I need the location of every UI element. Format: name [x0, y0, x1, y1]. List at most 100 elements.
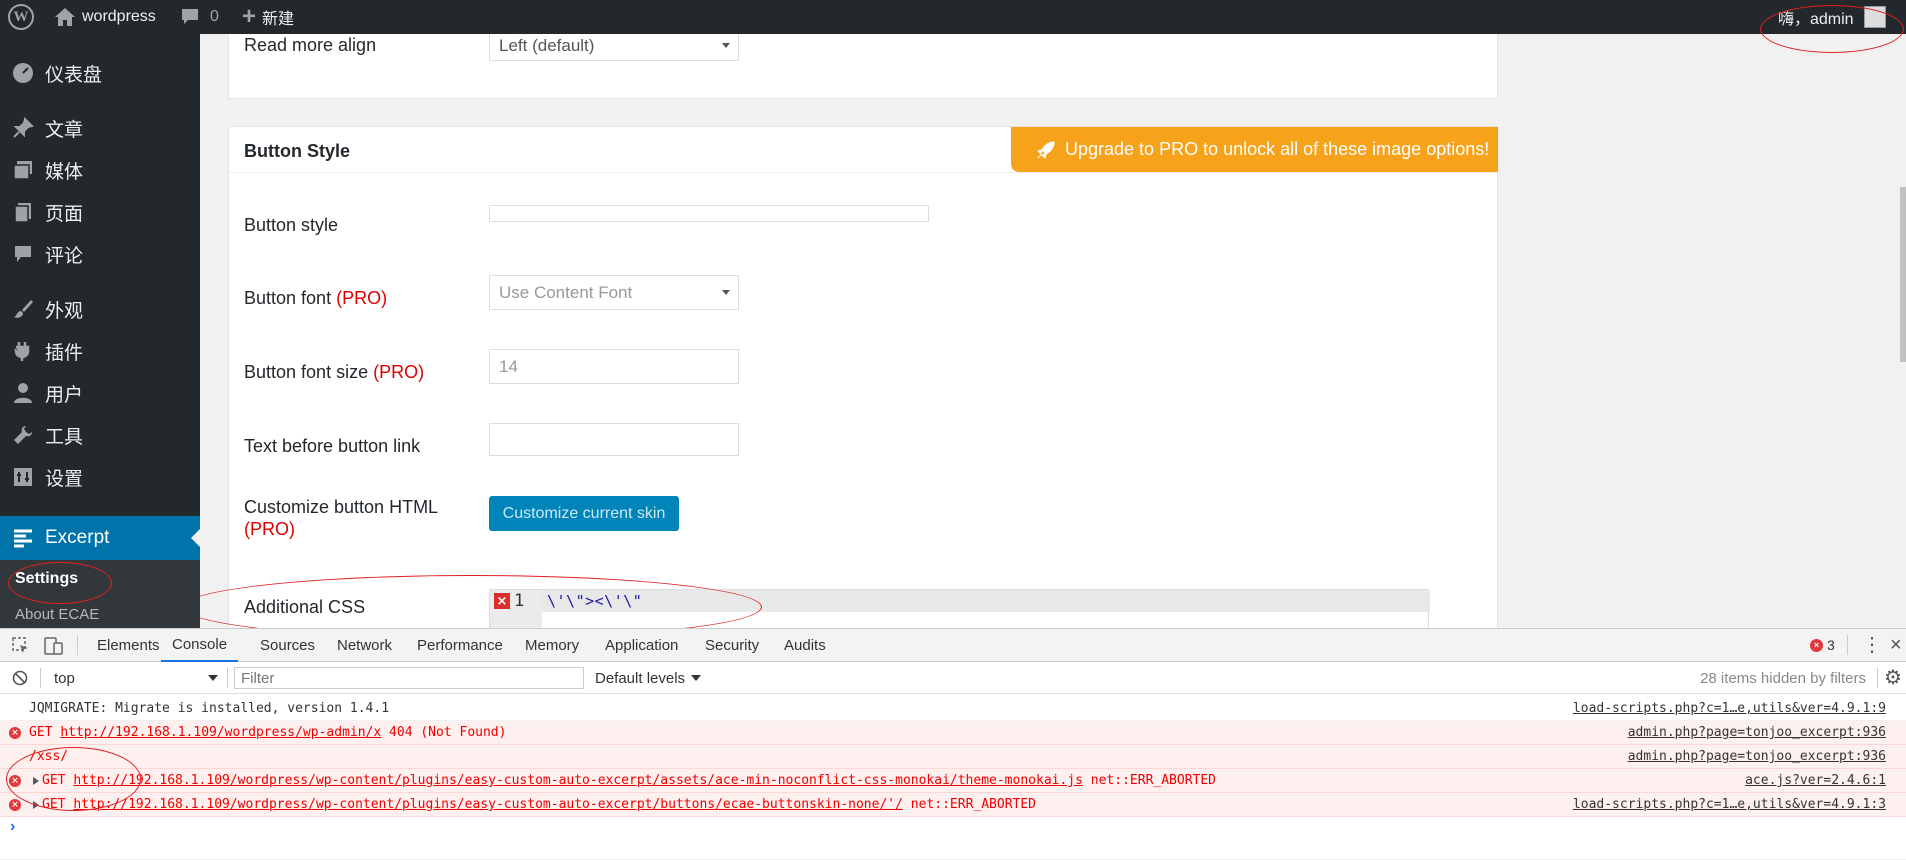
page-scrollbar[interactable] — [1900, 187, 1906, 362]
gear-icon[interactable]: ⚙ — [1884, 665, 1902, 690]
log-source-link[interactable]: admin.php?page=tonjoo_excerpt:936 — [1628, 749, 1886, 764]
menu-label: Excerpt — [45, 527, 110, 548]
hidden-items-note: 28 items hidden by filters — [1700, 670, 1866, 687]
select-value: Left (default) — [499, 36, 595, 55]
menu-item-pages[interactable]: 页面 — [0, 192, 200, 232]
close-icon[interactable]: × — [1890, 633, 1902, 657]
brush-icon — [11, 297, 35, 321]
select-value: Use Content Font — [499, 282, 633, 302]
console-message: JQMIGRATE: Migrate is installed, version… — [0, 697, 1906, 721]
new-content-link[interactable]: + 新建 — [242, 0, 294, 34]
devtools-tabbar: Elements Console Sources Network Perform… — [0, 629, 1906, 662]
method: GET — [29, 725, 53, 740]
device-toolbar-icon[interactable] — [44, 636, 64, 656]
new-label: 新建 — [262, 11, 295, 28]
section-title: Button Style — [244, 141, 350, 161]
customize-skin-button[interactable]: Customize current skin — [489, 496, 679, 531]
menu-item-excerpt[interactable]: Excerpt — [0, 516, 200, 560]
context-value: top — [54, 669, 75, 687]
label-text: Button font size — [244, 362, 369, 382]
pro-tag: (PRO) — [336, 288, 388, 308]
status: 404 (Not Found) — [389, 725, 507, 740]
upgrade-pro-banner[interactable]: Upgrade to PRO to unlock all of these im… — [1011, 127, 1498, 172]
console-error: × GET http://192.168.1.109/wordpress/wp-… — [0, 793, 1906, 817]
menu-item-appearance[interactable]: 外观 — [0, 289, 200, 329]
tab-sources[interactable]: Sources — [260, 629, 315, 662]
tab-security[interactable]: Security — [705, 629, 759, 662]
comment-icon — [182, 9, 198, 24]
log-source-link[interactable]: admin.php?page=tonjoo_excerpt:936 — [1628, 725, 1886, 740]
error-circle-icon: × — [1810, 638, 1823, 652]
button-style-label: Button style — [244, 215, 339, 235]
console-toolbar: top Default levels 28 items hidden by fi… — [0, 662, 1906, 694]
annotation-ellipse — [8, 562, 112, 604]
menu-item-plugins[interactable]: 插件 — [0, 331, 200, 371]
tab-elements[interactable]: Elements — [97, 629, 160, 662]
console-prompt[interactable]: › — [0, 817, 1906, 839]
error-count-badge[interactable]: × 3 — [1810, 637, 1835, 653]
annotation-ellipse — [1760, 5, 1904, 53]
tab-performance[interactable]: Performance — [417, 629, 503, 662]
read-more-align-label: Read more align — [244, 35, 377, 55]
label-text: Button font — [244, 288, 332, 308]
console-filter-input[interactable] — [234, 667, 584, 689]
menu-label: 插件 — [45, 342, 84, 364]
text-before-link-label: Text before button link — [244, 436, 421, 456]
menu-label: 工具 — [45, 426, 84, 448]
site-name-link[interactable]: wordpress — [54, 0, 156, 34]
home-icon — [55, 8, 75, 26]
log-text: GET http://192.168.1.109/wordpress/wp-co… — [42, 797, 1036, 812]
comments-link[interactable]: 0 — [180, 0, 219, 34]
pin-icon — [11, 116, 35, 140]
menu-label: 用户 — [45, 384, 84, 406]
admin-sidebar: 仪表盘 文章 媒体 页面 评论 外观 插件 用户 工具 设置 Excerpt S — [0, 34, 200, 628]
log-text: GET http://192.168.1.109/wordpress/wp-co… — [42, 773, 1216, 788]
menu-item-comments[interactable]: 评论 — [0, 234, 200, 274]
text-before-link-input[interactable] — [489, 423, 739, 456]
wordpress-logo-icon[interactable]: W — [8, 0, 34, 34]
menu-item-dashboard[interactable]: 仪表盘 — [0, 53, 200, 93]
tab-console[interactable]: Console — [161, 629, 239, 662]
log-source-link[interactable]: load-scripts.php?c=1…e,utils&ver=4.9.1:3 — [1573, 797, 1886, 812]
read-more-panel: Read more align Left (default) — [228, 34, 1498, 99]
menu-label: 外观 — [45, 300, 84, 322]
clear-console-icon[interactable] — [12, 670, 28, 686]
button-font-select[interactable]: Use Content Font — [489, 275, 739, 310]
submenu-item-about[interactable]: About ECAE — [15, 606, 99, 623]
dashboard-icon — [11, 61, 35, 85]
tab-network[interactable]: Network — [337, 629, 392, 662]
error-circle-icon: × — [9, 727, 21, 739]
log-source-link[interactable]: ace.js?ver=2.4.6:1 — [1745, 773, 1886, 788]
request-url[interactable]: http://192.168.1.109/wordpress/wp-conten… — [73, 773, 1083, 788]
button-font-size-input[interactable]: 14 — [489, 349, 739, 384]
chevron-down-icon — [722, 43, 730, 52]
context-select[interactable]: top — [54, 662, 224, 694]
inspect-element-icon[interactable] — [12, 637, 30, 655]
tab-application[interactable]: Application — [605, 629, 678, 662]
menu-item-posts[interactable]: 文章 — [0, 108, 200, 148]
read-more-align-select[interactable]: Left (default) — [489, 34, 739, 61]
pro-tag: (PRO) — [244, 519, 295, 539]
tab-memory[interactable]: Memory — [525, 629, 579, 662]
request-url[interactable]: http://192.168.1.109/wordpress/wp-admin/… — [60, 725, 381, 740]
more-options-icon[interactable]: ⋮ — [1862, 633, 1882, 657]
chevron-down-icon — [722, 289, 730, 299]
console-message: /xss/ admin.php?page=tonjoo_excerpt:936 — [0, 745, 1906, 769]
log-text: GET http://192.168.1.109/wordpress/wp-ad… — [29, 725, 506, 740]
tab-audits[interactable]: Audits — [784, 629, 826, 662]
menu-item-tools[interactable]: 工具 — [0, 415, 200, 455]
menu-item-media[interactable]: 媒体 — [0, 150, 200, 190]
button-style-select[interactable] — [489, 205, 929, 222]
wrench-icon — [11, 423, 35, 447]
excerpt-icon — [11, 526, 35, 550]
log-levels-select[interactable]: Default levels — [595, 662, 702, 694]
log-text: JQMIGRATE: Migrate is installed, version… — [29, 701, 390, 716]
console-messages: JQMIGRATE: Migrate is installed, version… — [0, 695, 1906, 860]
error-count: 3 — [1827, 637, 1835, 653]
request-url[interactable]: http://192.168.1.109/wordpress/wp-conten… — [73, 797, 903, 812]
log-source-link[interactable]: load-scripts.php?c=1…e,utils&ver=4.9.1:9 — [1573, 701, 1886, 716]
menu-item-settings[interactable]: 设置 — [0, 457, 200, 497]
settings-icon — [11, 465, 35, 489]
menu-item-users[interactable]: 用户 — [0, 373, 200, 413]
chevron-right-icon: › — [10, 818, 16, 835]
